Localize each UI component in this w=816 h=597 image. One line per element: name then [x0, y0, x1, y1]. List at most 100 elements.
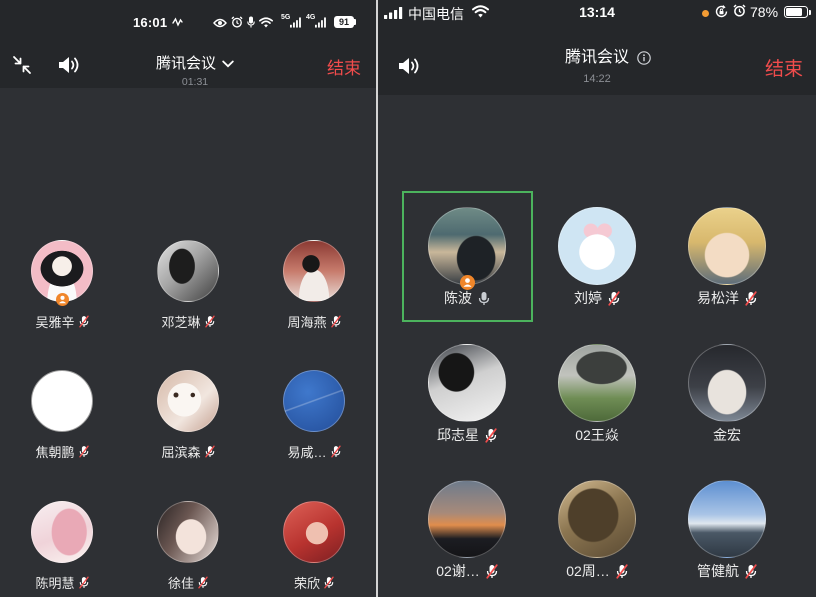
meeting-duration: 01:31 [181, 76, 209, 88]
participant-name-row: 荣欣 [254, 574, 374, 591]
avatar [31, 370, 93, 432]
avatar [558, 480, 636, 558]
participant-name-row: 管健航 [662, 562, 792, 580]
participant-tile[interactable]: 金宏 [662, 344, 792, 444]
participant-name-row: 刘婷 [532, 289, 662, 307]
avatar [688, 207, 766, 285]
participant-tile[interactable]: 邱志星 [402, 344, 532, 444]
speaker-icon[interactable] [57, 55, 81, 75]
participant-tile[interactable]: 02谢… [402, 480, 532, 580]
participant-name: 02王焱 [575, 427, 619, 443]
participant-name-row: 02周… [532, 562, 662, 580]
participant-name-row: 徐佳 [128, 574, 248, 591]
participant-name-row: 陈波 [402, 289, 532, 307]
participant-tile[interactable]: 吴雅辛 [2, 240, 122, 330]
mic-muted-icon [331, 315, 341, 328]
participant-name-row: 02王焱 [532, 426, 662, 444]
mic-muted-icon [485, 428, 497, 443]
participant-name-row: 金宏 [662, 426, 792, 444]
participant-tile[interactable]: 刘婷 [532, 207, 662, 307]
participant-name-row: 易松洋 [662, 289, 792, 307]
meeting-title: 腾讯会议 [564, 49, 629, 66]
participant-tile[interactable]: 邓芝琳 [128, 240, 248, 330]
mic-muted-icon [745, 291, 757, 306]
carrier-name: 中国电信 [408, 6, 464, 22]
minimize-icon[interactable] [12, 55, 32, 75]
mic-muted-icon [198, 576, 208, 589]
participant-tile[interactable]: 易咸… [254, 370, 374, 460]
end-meeting-button[interactable]: 结束 [327, 54, 361, 79]
avatar [283, 370, 345, 432]
participant-name: 焦朝鹏 [35, 444, 75, 460]
avatar [157, 370, 219, 432]
network-4g-label: 4G [306, 14, 316, 21]
participant-tile[interactable]: 周海燕 [254, 240, 374, 330]
avatar [428, 207, 506, 285]
mic-muted-icon [79, 445, 89, 458]
avatar [157, 501, 219, 563]
participant-tile[interactable]: 02王焱 [532, 344, 662, 444]
participant-name: 金宏 [713, 427, 741, 443]
participant-name-row: 焦朝鹏 [2, 443, 122, 460]
battery-fill [786, 8, 802, 16]
participant-name-row: 邓芝琳 [128, 313, 248, 330]
participant-name-row: 易咸… [254, 443, 374, 460]
speaker-icon[interactable] [397, 56, 421, 76]
info-icon[interactable] [637, 51, 651, 65]
alarm-icon [733, 4, 746, 17]
participant-tile[interactable]: 荣欣 [254, 501, 374, 591]
participant-name: 屈滨森 [161, 444, 201, 460]
battery-percentage: 78% [750, 4, 779, 20]
participant-name: 陈明慧 [35, 575, 75, 591]
mic-muted-icon [486, 564, 498, 579]
avatar [558, 344, 636, 422]
status-time: 13:14 [579, 4, 615, 20]
participant-name: 02谢… [436, 563, 480, 579]
mic-muted-icon [79, 576, 89, 589]
avatar [688, 480, 766, 558]
avatar [157, 240, 219, 302]
battery-nub [809, 10, 811, 15]
avatar [558, 207, 636, 285]
participant-name-row: 周海燕 [254, 313, 374, 330]
participant-name: 荣欣 [293, 575, 320, 591]
participant-name: 02周… [566, 563, 610, 579]
participant-name: 邓芝琳 [161, 314, 201, 330]
participant-name: 徐佳 [167, 575, 194, 591]
participant-tile-active[interactable]: 陈波 [402, 207, 532, 307]
participant-name: 易松洋 [697, 290, 739, 306]
participant-tile[interactable]: 徐佳 [128, 501, 248, 591]
participant-tile[interactable]: 02周… [532, 480, 662, 580]
participant-name-row: 邱志星 [402, 426, 532, 444]
mic-muted-icon [745, 564, 757, 579]
signal-4g-icon [315, 17, 326, 28]
participant-tile[interactable]: 易松洋 [662, 207, 792, 307]
right-phone-screen: 中国电信 13:14 78% 腾讯会议 14:22 结束 陈波 刘婷 易松洋 邱… [378, 0, 816, 597]
participant-tile[interactable]: 焦朝鹏 [2, 370, 122, 460]
rotation-lock-icon [715, 5, 728, 18]
battery-nub [354, 19, 356, 25]
participant-tile[interactable]: 陈明慧 [2, 501, 122, 591]
mic-muted-icon [608, 291, 620, 306]
participant-name: 吴雅辛 [35, 314, 75, 330]
participant-name: 周海燕 [287, 314, 327, 330]
mic-muted-icon [79, 315, 89, 328]
mic-muted-icon [616, 564, 628, 579]
eye-icon [213, 18, 227, 28]
avatar [428, 344, 506, 422]
participant-name-row: 02谢… [402, 562, 532, 580]
meeting-duration: 14:22 [583, 73, 611, 85]
end-meeting-button[interactable]: 结束 [765, 54, 803, 81]
meeting-title-dropdown[interactable]: 腾讯会议 [120, 55, 270, 73]
participant-tile[interactable]: 屈滨森 [128, 370, 248, 460]
status-time: 16:01 [133, 15, 168, 30]
avatar [283, 240, 345, 302]
avatar [31, 501, 93, 563]
mic-muted-icon [205, 315, 215, 328]
participant-tile[interactable]: 管健航 [662, 480, 792, 580]
participant-name: 陈波 [444, 290, 472, 306]
avatar [688, 344, 766, 422]
host-badge-icon [56, 293, 69, 306]
participant-name: 易咸… [287, 444, 327, 460]
meeting-title-group[interactable]: 腾讯会议 [558, 48, 658, 68]
